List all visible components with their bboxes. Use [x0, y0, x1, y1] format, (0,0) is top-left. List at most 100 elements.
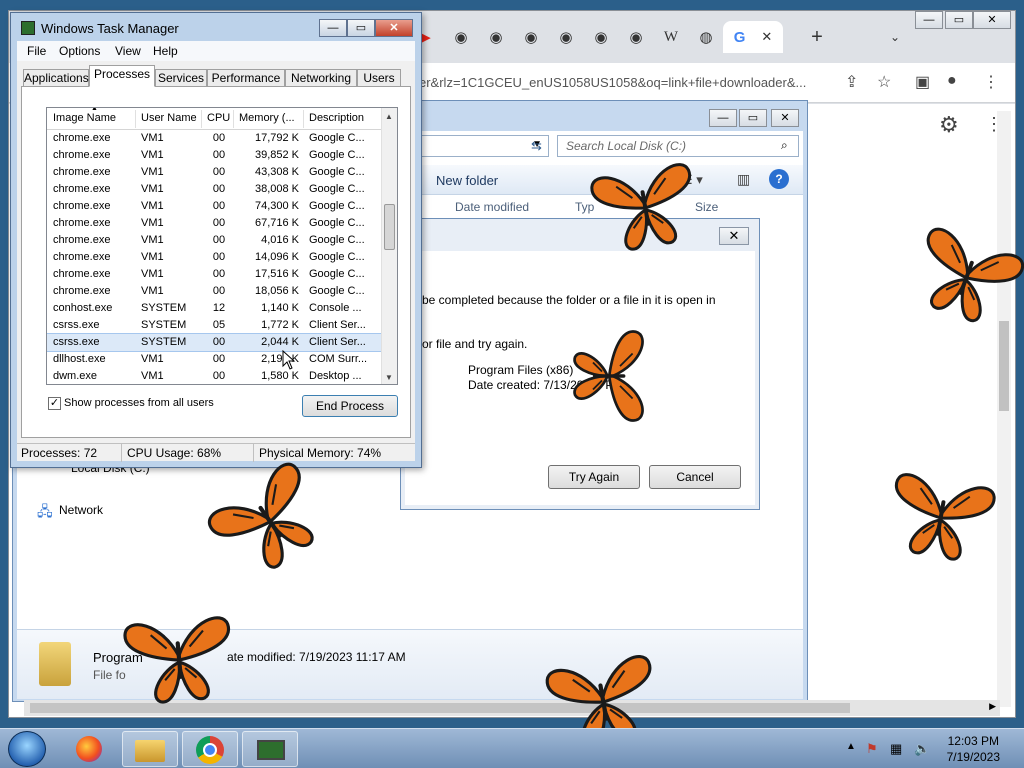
- maximize-button[interactable]: ▭: [739, 109, 767, 127]
- menu-view[interactable]: View: [115, 44, 141, 58]
- volume-icon[interactable]: 🔈: [914, 741, 930, 757]
- system-clock[interactable]: 12:03 PM 7/19/2023: [947, 733, 1000, 765]
- nav-network[interactable]: Network: [59, 503, 103, 517]
- side-panel-icon[interactable]: ▣: [915, 72, 930, 92]
- process-row[interactable]: dllhost.exe VM1 00 2,196 K COM Surr...: [47, 351, 381, 368]
- new-tab-button[interactable]: +: [805, 25, 829, 49]
- network-icon[interactable]: ▦: [890, 741, 902, 757]
- process-user-name: SYSTEM: [141, 319, 187, 331]
- cancel-button[interactable]: Cancel: [649, 465, 741, 489]
- start-button[interactable]: [8, 731, 46, 767]
- firefox-icon[interactable]: [62, 731, 118, 767]
- globe-icon[interactable]: ◍: [694, 25, 718, 49]
- col-image-name[interactable]: Image Name: [53, 112, 116, 124]
- scroll-up-arrow-icon[interactable]: ▲: [385, 112, 393, 121]
- process-row[interactable]: chrome.exe VM1 00 17,792 K Google C...: [47, 130, 381, 147]
- process-row[interactable]: dwm.exe VM1 00 1,580 K Desktop ...: [47, 368, 381, 384]
- col-date-modified[interactable]: Date modified: [455, 200, 529, 214]
- menu-kebab-icon[interactable]: ⋮: [983, 72, 999, 92]
- address-bar[interactable]: er&rlz=1C1GCEU_enUS1058US1058&oq=link+fi…: [419, 75, 806, 90]
- show-all-users-checkbox[interactable]: ✓: [48, 397, 61, 410]
- process-user-name: VM1: [141, 166, 164, 178]
- show-hidden-icons-icon[interactable]: ▲: [846, 741, 856, 752]
- minimize-button[interactable]: —: [709, 109, 737, 127]
- process-user-name: VM1: [141, 285, 164, 297]
- scroll-right-arrow-icon[interactable]: ▶: [989, 701, 996, 712]
- maximize-button[interactable]: ▭: [347, 19, 375, 37]
- process-cpu: 00: [212, 234, 226, 246]
- minimize-button[interactable]: —: [319, 19, 347, 37]
- share-icon[interactable]: ⇪: [845, 72, 858, 92]
- process-description: Google C...: [309, 200, 365, 212]
- chrome-scrollbar[interactable]: [997, 111, 1011, 707]
- process-user-name: VM1: [141, 251, 164, 263]
- chrome-tab-icon[interactable]: ◉: [554, 25, 578, 49]
- end-process-button[interactable]: End Process: [302, 395, 398, 417]
- dialog-close-button[interactable]: ✕: [719, 227, 749, 245]
- settings-gear-icon[interactable]: ⚙: [939, 112, 959, 138]
- close-button[interactable]: ✕: [375, 19, 413, 37]
- menu-help[interactable]: Help: [153, 44, 178, 58]
- action-center-icon[interactable]: ⚑: [866, 741, 878, 757]
- process-row[interactable]: conhost.exe SYSTEM 12 1,140 K Console ...: [47, 300, 381, 317]
- scroll-thumb[interactable]: [384, 204, 395, 250]
- tab-search-chevron-icon[interactable]: ⌄: [883, 25, 907, 49]
- process-row[interactable]: chrome.exe VM1 00 4,016 K Google C...: [47, 232, 381, 249]
- col-cpu[interactable]: CPU: [207, 112, 230, 124]
- process-row[interactable]: csrss.exe SYSTEM 05 1,772 K Client Ser...: [47, 317, 381, 334]
- refresh-icon[interactable]: ⇆: [531, 138, 542, 154]
- tab-google-active[interactable]: G ✕: [723, 21, 783, 53]
- chrome-tab-icon[interactable]: ◉: [484, 25, 508, 49]
- chrome-icon[interactable]: [182, 731, 238, 767]
- process-memory: 4,016 K: [261, 234, 299, 246]
- process-list-scrollbar[interactable]: ▲ ▼: [381, 108, 397, 384]
- process-memory: 39,852 K: [254, 149, 299, 161]
- try-again-button[interactable]: Try Again: [548, 465, 640, 489]
- process-user-name: VM1: [141, 200, 164, 212]
- new-folder-button[interactable]: New folder: [436, 173, 498, 188]
- tab-networking[interactable]: Networking: [285, 69, 357, 87]
- menu-options[interactable]: Options: [59, 44, 100, 58]
- col-user-name[interactable]: User Name: [141, 112, 197, 124]
- minimize-button[interactable]: —: [915, 11, 943, 29]
- help-icon[interactable]: ?: [769, 169, 789, 189]
- taskmanager-icon[interactable]: [242, 731, 298, 767]
- process-row[interactable]: csrss.exe SYSTEM 00 2,044 K Client Ser...: [47, 333, 382, 352]
- chrome-tab-icon[interactable]: ◉: [519, 25, 543, 49]
- chrome-tab-icon[interactable]: ◉: [449, 25, 473, 49]
- wikipedia-icon[interactable]: W: [659, 25, 683, 49]
- task-manager-client: File Options View Help Applications Proc…: [17, 41, 415, 462]
- tab-processes[interactable]: Processes: [89, 65, 155, 87]
- preview-pane-icon[interactable]: ▥: [737, 171, 750, 188]
- process-row[interactable]: chrome.exe VM1 00 39,852 K Google C...: [47, 147, 381, 164]
- explorer-icon[interactable]: [122, 731, 178, 767]
- process-image-name: chrome.exe: [53, 166, 111, 178]
- process-row[interactable]: chrome.exe VM1 00 38,008 K Google C...: [47, 181, 381, 198]
- tab-users[interactable]: Users: [357, 69, 401, 87]
- profile-icon[interactable]: ●: [947, 72, 957, 90]
- col-description[interactable]: Description: [309, 112, 364, 124]
- process-row[interactable]: chrome.exe VM1 00 43,308 K Google C...: [47, 164, 381, 181]
- chrome-tab-icon[interactable]: ◉: [589, 25, 613, 49]
- process-row[interactable]: chrome.exe VM1 00 74,300 K Google C...: [47, 198, 381, 215]
- scroll-down-arrow-icon[interactable]: ▼: [385, 373, 393, 382]
- tab-services[interactable]: Services: [155, 69, 207, 87]
- col-memory[interactable]: Memory (...: [239, 112, 295, 124]
- butterfly-icon: [583, 151, 707, 261]
- close-button[interactable]: ✕: [973, 11, 1011, 29]
- tab-performance[interactable]: Performance: [207, 69, 285, 87]
- status-cpu-usage: CPU Usage: 68%: [127, 446, 222, 460]
- clock-time: 12:03 PM: [947, 734, 999, 748]
- menu-file[interactable]: File: [27, 44, 46, 58]
- process-row[interactable]: chrome.exe VM1 00 67,716 K Google C...: [47, 215, 381, 232]
- process-row[interactable]: chrome.exe VM1 00 17,516 K Google C...: [47, 266, 381, 283]
- chrome-tab-icon[interactable]: ◉: [624, 25, 648, 49]
- maximize-button[interactable]: ▭: [945, 11, 973, 29]
- bookmark-star-icon[interactable]: ☆: [877, 72, 891, 92]
- close-button[interactable]: ✕: [771, 109, 799, 127]
- process-row[interactable]: chrome.exe VM1 00 14,096 K Google C...: [47, 249, 381, 266]
- close-tab-icon[interactable]: ✕: [761, 29, 772, 45]
- tab-applications[interactable]: Applications: [23, 69, 89, 87]
- process-row[interactable]: chrome.exe VM1 00 18,056 K Google C...: [47, 283, 381, 300]
- taskbar: ▲ ⚑ ▦ 🔈 12:03 PM 7/19/2023: [0, 728, 1024, 768]
